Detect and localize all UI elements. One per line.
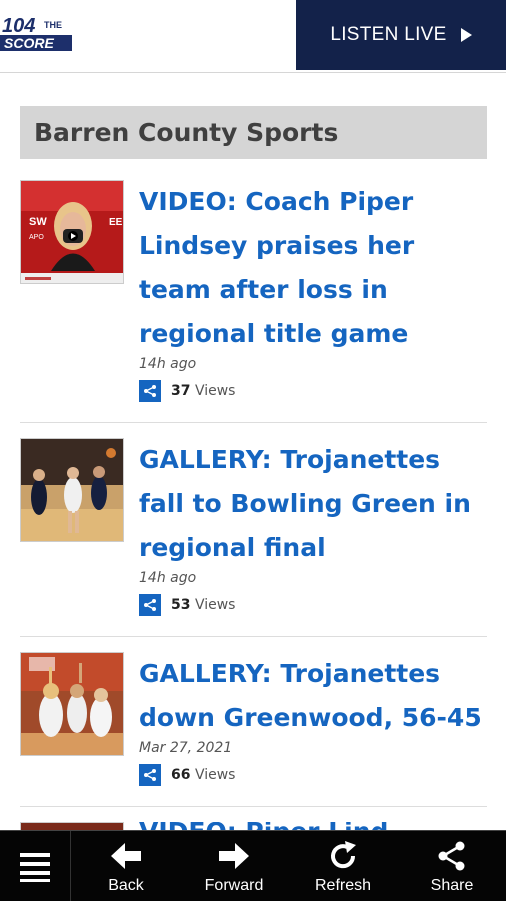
bottom-nav-bar: Back Forward Refresh Share <box>0 830 506 901</box>
hamburger-icon <box>20 853 50 882</box>
top-bar: 104 THE SCORE LISTEN LIVE <box>0 0 506 73</box>
listen-live-button[interactable]: LISTEN LIVE <box>296 0 506 70</box>
section-title: Barren County Sports <box>34 118 339 147</box>
divider <box>20 806 487 807</box>
article-views: 37 Views <box>139 380 235 402</box>
share-label: Share <box>430 877 474 894</box>
arrow-left-icon <box>111 843 141 869</box>
article-title-link[interactable]: GALLERY: Trojanettes down Greenwood, 56-… <box>139 652 489 740</box>
article-item: GALLERY: Trojanettes fall to Bowling Gre… <box>20 438 487 628</box>
article-title-link[interactable]: VIDEO: Coach Piper Lindsey praises her t… <box>139 180 489 356</box>
forward-label: Forward <box>204 877 264 894</box>
share-icon[interactable] <box>139 594 161 616</box>
article-thumbnail[interactable] <box>20 822 124 830</box>
article-thumbnail[interactable] <box>20 652 124 756</box>
article-thumbnail[interactable]: SW APO EEN <box>20 180 124 284</box>
share-icon[interactable] <box>139 380 161 402</box>
views-label: Views <box>194 597 236 613</box>
svg-text:THE: THE <box>44 20 62 30</box>
svg-text:104: 104 <box>2 15 35 37</box>
back-label: Back <box>108 877 144 894</box>
svg-text:EEN: EEN <box>109 217 124 228</box>
menu-button[interactable] <box>0 831 70 901</box>
views-label: Views <box>194 767 236 783</box>
forward-button[interactable]: Forward <box>196 831 272 901</box>
share-icon[interactable] <box>139 764 161 786</box>
article-views: 66 Views <box>139 764 235 786</box>
views-count: 53 <box>171 597 191 613</box>
refresh-button[interactable]: Refresh <box>306 831 380 901</box>
listen-live-label: LISTEN LIVE <box>330 24 447 45</box>
article-title-link[interactable]: GALLERY: Trojanettes fall to Bowling Gre… <box>139 438 489 570</box>
back-button[interactable]: Back <box>90 831 162 901</box>
share-button[interactable]: Share <box>418 831 486 901</box>
article-timestamp: Mar 27, 2021 <box>139 740 233 756</box>
divider <box>20 636 487 637</box>
article-item: GALLERY: Trojanettes down Greenwood, 56-… <box>20 652 487 802</box>
views-count: 66 <box>171 767 191 783</box>
divider <box>20 422 487 423</box>
views-label: Views <box>194 383 236 399</box>
section-header: Barren County Sports <box>20 106 487 159</box>
article-views: 53 Views <box>139 594 235 616</box>
refresh-icon <box>331 841 356 869</box>
play-icon <box>460 28 472 42</box>
article-thumbnail[interactable] <box>20 438 124 542</box>
article-title-link[interactable]: VIDEO: Piper Lind... <box>139 822 487 830</box>
svg-text:APO: APO <box>29 234 44 241</box>
article-item: SW APO EEN VIDEO: Coach Piper Lindsey pr… <box>20 180 487 410</box>
article-timestamp: 14h ago <box>139 356 197 372</box>
share-icon <box>438 841 465 871</box>
article-item: VIDEO: Piper Lind... <box>20 822 487 830</box>
arrow-right-icon <box>219 843 249 869</box>
refresh-label: Refresh <box>314 877 372 894</box>
views-count: 37 <box>171 383 191 399</box>
article-timestamp: 14h ago <box>139 570 197 586</box>
svg-text:SCORE: SCORE <box>4 35 54 51</box>
station-logo[interactable]: 104 THE SCORE <box>0 14 76 54</box>
svg-text:SW: SW <box>29 216 47 228</box>
divider <box>70 831 71 901</box>
